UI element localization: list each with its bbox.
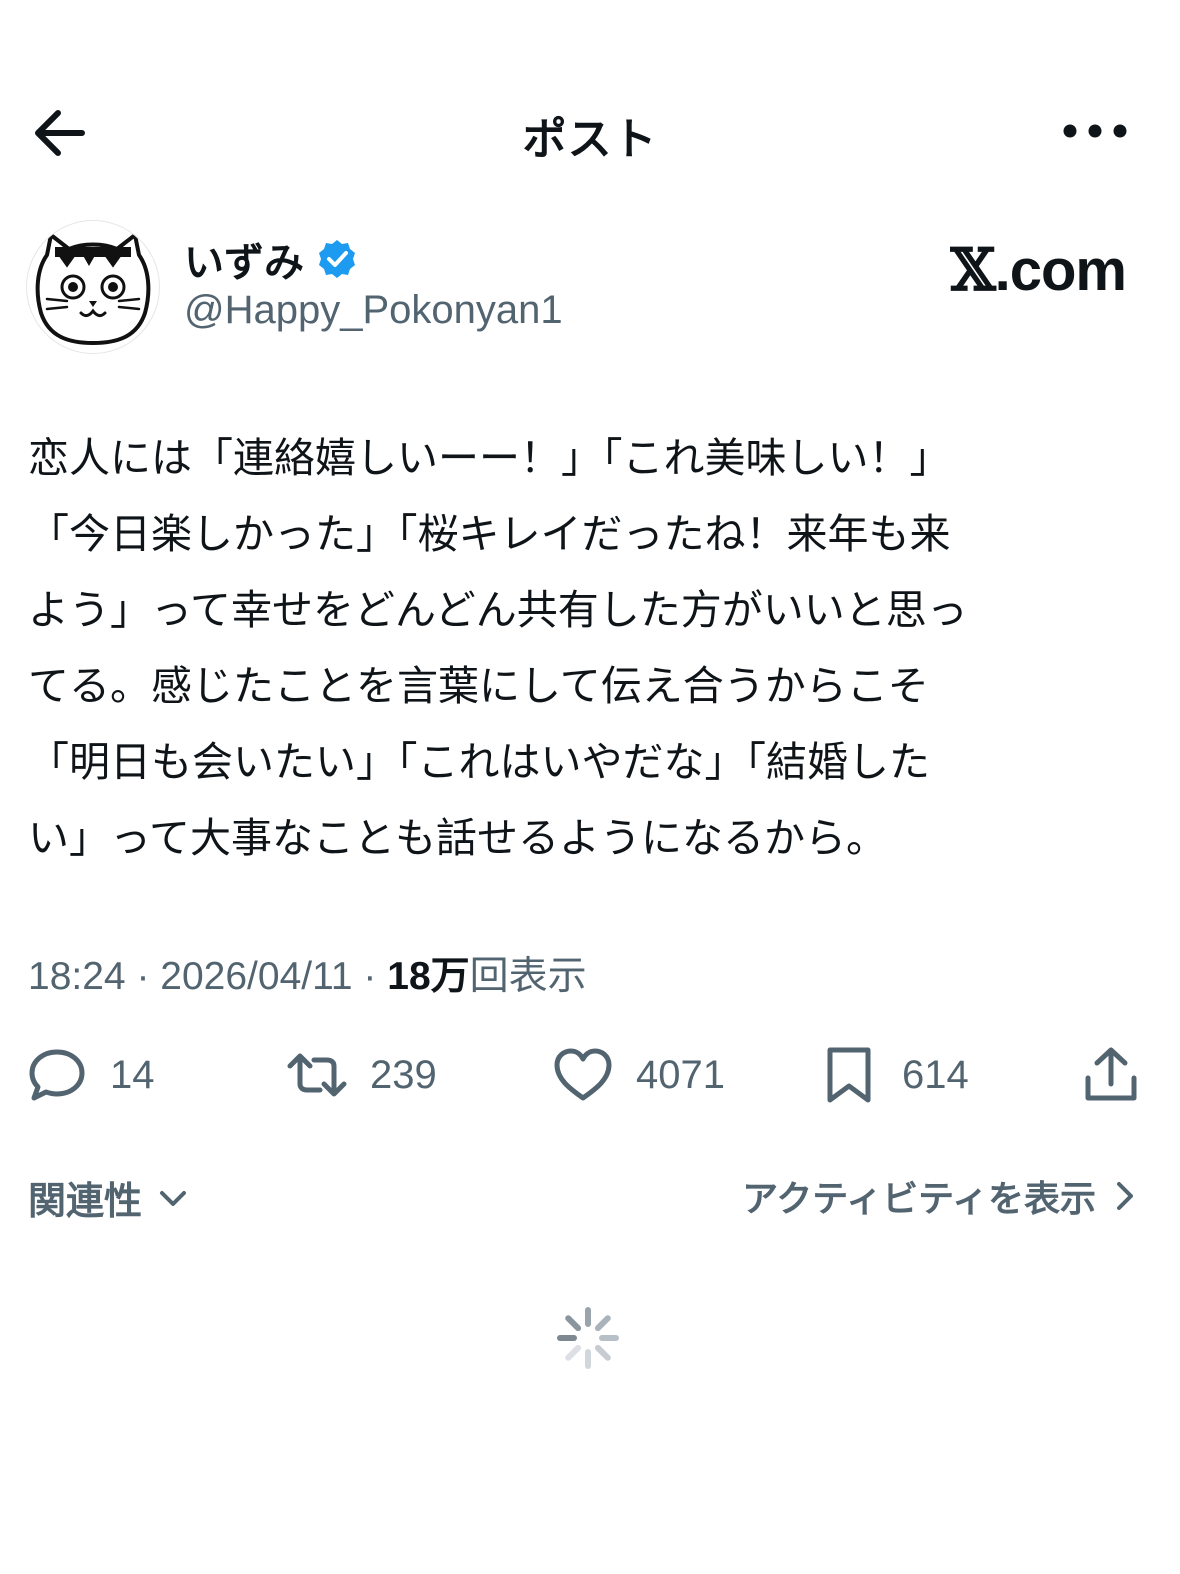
tweet-time[interactable]: 18:24: [28, 955, 126, 998]
bookmark-icon: [827, 1047, 871, 1103]
bookmark-button[interactable]: 614: [818, 1040, 969, 1110]
reply-icon: [29, 1049, 85, 1101]
tweet-date[interactable]: 2026/04/11: [160, 955, 352, 998]
tweet-line: 「明日も会いたい」「これはいやだな」「結婚した: [28, 738, 930, 786]
heart-icon: [554, 1048, 612, 1101]
view-activity-link[interactable]: アクティビティを表示: [742, 1170, 1140, 1222]
more-options-button[interactable]: [1060, 113, 1130, 149]
tweet-line: 「今日楽しかった」「桜キレイだったね！来年も来: [28, 510, 951, 558]
activity-label: アクティビティを表示: [742, 1179, 1096, 1220]
tweet-line: てる。感じたことを言葉にして伝え合うからこそ: [28, 662, 929, 710]
repost-button[interactable]: 239: [286, 1040, 437, 1110]
page-title: ポスト: [522, 114, 658, 165]
sort-label: 関連性: [28, 1179, 143, 1223]
chevron-down-icon: [160, 1190, 187, 1206]
x-logo-icon: 𝕏: [950, 236, 996, 304]
x-com-watermark: 𝕏.com: [950, 236, 1127, 304]
display-name[interactable]: いずみ: [184, 230, 304, 288]
verified-badge-icon: [319, 240, 355, 278]
display-name-row: いずみ: [184, 234, 358, 286]
replies-controls: 関連性 アクティビティを表示: [0, 1170, 1180, 1230]
tweet-meta: 18:24 · 2026/04/11 · 18万回表示: [28, 945, 587, 1001]
watermark-domain: .com: [994, 238, 1127, 303]
share-button[interactable]: [1080, 1040, 1142, 1110]
tweet-actions: 14 239 4071 614: [0, 1040, 1180, 1120]
views-label: 回表示: [469, 955, 587, 998]
meta-separator: ·: [352, 955, 388, 998]
avatar[interactable]: [26, 220, 160, 354]
repost-count: 239: [370, 1052, 437, 1097]
reply-count: 14: [110, 1052, 155, 1097]
tweet-line: よう」って幸せをどんどん共有した方がいいと思っ: [28, 586, 968, 634]
user-handle[interactable]: @Happy_Pokonyan1: [184, 288, 563, 333]
sort-relevance-dropdown[interactable]: 関連性: [28, 1170, 190, 1225]
cat-face-avatar-icon: [35, 233, 151, 345]
more-horizontal-icon: [1063, 124, 1127, 138]
tweet-author: いずみ @Happy_Pokonyan1 𝕏.com: [26, 220, 1156, 360]
tweet-line: い」って大事なことも話せるようになるから。: [28, 814, 887, 862]
tweet-text: 恋人には「連絡嬉しいーー！」「これ美味しい！」 「今日楽しかった」「桜キレイだっ…: [28, 420, 1153, 876]
reply-button[interactable]: 14: [26, 1040, 155, 1110]
chevron-right-icon: [1117, 1182, 1133, 1210]
bookmark-count: 614: [902, 1052, 969, 1097]
repost-icon: [287, 1053, 347, 1097]
loading-spinner-icon: [557, 1307, 619, 1369]
meta-separator: ·: [125, 955, 161, 998]
like-button[interactable]: 4071: [552, 1040, 725, 1110]
views-count: 18万: [387, 955, 470, 998]
top-nav-bar: ポスト: [0, 85, 1180, 180]
tweet-line: 恋人には「連絡嬉しいーー！」「これ美味しい！」: [28, 434, 951, 482]
like-count: 4071: [636, 1052, 725, 1097]
share-icon: [1085, 1047, 1137, 1101]
